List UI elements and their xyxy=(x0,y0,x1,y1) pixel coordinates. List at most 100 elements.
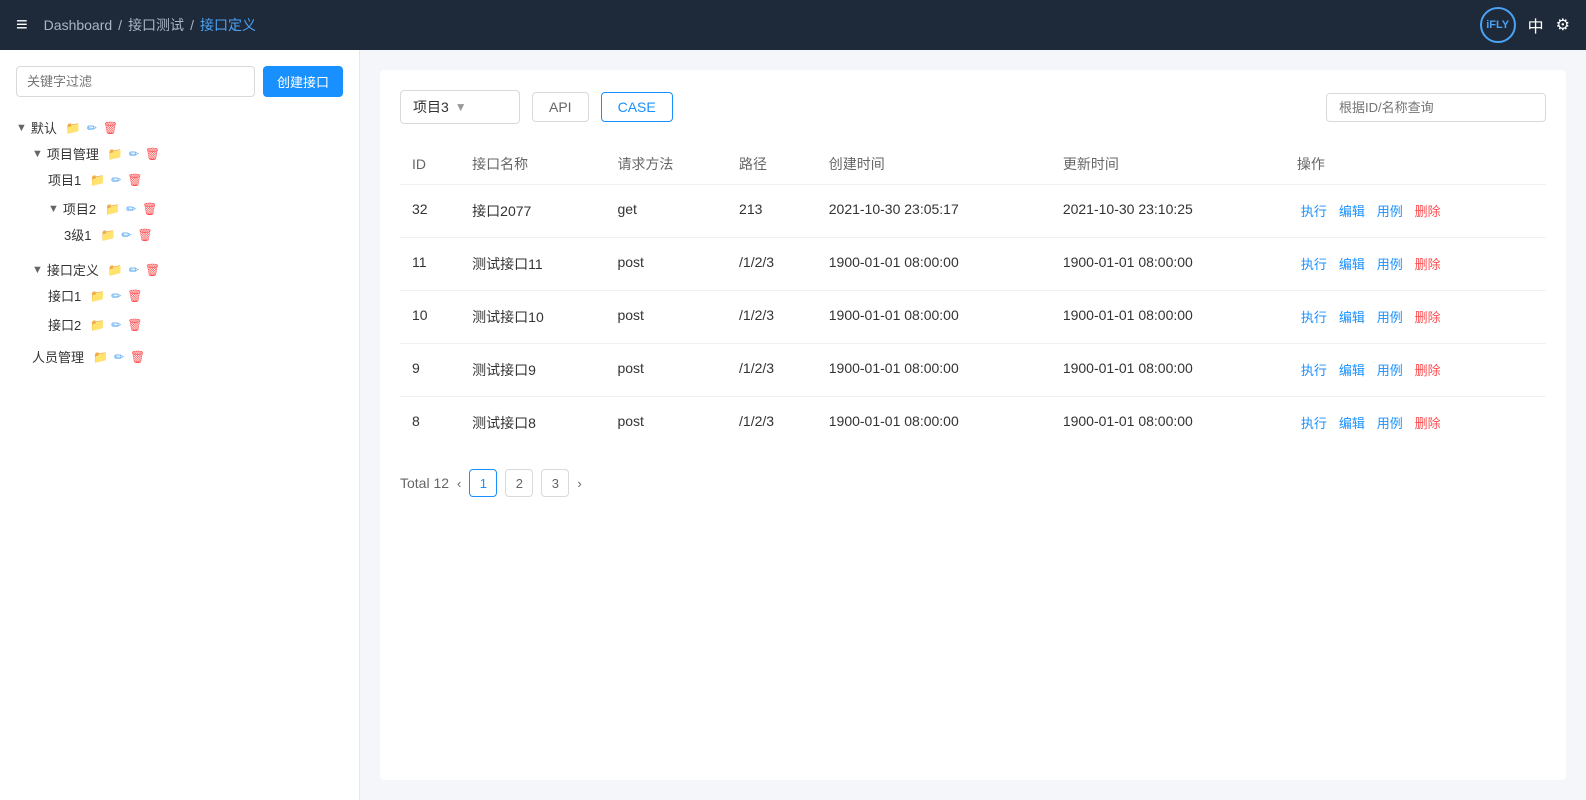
settings-icon[interactable]: ⚙ xyxy=(1556,15,1570,35)
tree-label-staff-mgmt[interactable]: 人员管理 xyxy=(32,347,84,366)
project-select[interactable]: 项目3 ▼ xyxy=(400,90,520,124)
action-usecase-4[interactable]: 用例 xyxy=(1377,416,1403,431)
cell-updated-2: 1900-01-01 08:00:00 xyxy=(1051,291,1285,344)
action-delete-1[interactable]: 删除 xyxy=(1415,257,1441,272)
tree-edit-icon-project2[interactable]: ✏ xyxy=(126,202,136,216)
tree-edit-icon-level3-1[interactable]: ✏ xyxy=(121,228,131,242)
tab-case[interactable]: CASE xyxy=(601,92,673,122)
tree-delete-icon-interface-def[interactable]: 🗑 xyxy=(145,263,160,277)
tree-item-project-mgmt: ▼ 项目管理 📁 ✏ 🗑 项目1 📁 xyxy=(32,139,343,255)
action-delete-2[interactable]: 删除 xyxy=(1415,310,1441,325)
action-edit-3[interactable]: 编辑 xyxy=(1339,363,1365,378)
tree-edit-icon-default[interactable]: ✏ xyxy=(87,121,97,135)
main-content: 项目3 ▼ API CASE ID 接口名称 请求方法 路径 创建时间 更新时间 xyxy=(360,50,1586,800)
table-row: 32 接口2077 get 213 2021-10-30 23:05:17 20… xyxy=(400,185,1546,238)
tree-delete-icon-project1[interactable]: 🗑 xyxy=(127,173,142,187)
tree-delete-icon-level3-1[interactable]: 🗑 xyxy=(137,228,152,242)
tree-arrow-project-mgmt[interactable]: ▼ xyxy=(32,148,43,160)
tree-edit-icon-staff-mgmt[interactable]: ✏ xyxy=(114,350,124,364)
tree-folder-icon-interface2[interactable]: 📁 xyxy=(90,318,105,332)
create-interface-button[interactable]: 创建接口 xyxy=(263,66,343,97)
tree-folder-icon-project2[interactable]: 📁 xyxy=(105,202,120,216)
breadcrumb-sep-2: / xyxy=(190,17,194,33)
cell-method-1: post xyxy=(605,238,727,291)
tree-edit-icon-project-mgmt[interactable]: ✏ xyxy=(129,147,139,161)
tree-folder-icon-interface-def[interactable]: 📁 xyxy=(108,263,123,277)
action-execute-3[interactable]: 执行 xyxy=(1301,363,1327,378)
action-usecase-0[interactable]: 用例 xyxy=(1377,204,1403,219)
tree-item-default: ▼ 默认 📁 ✏ 🗑 ▼ 项目管理 📁 ✏ 🗑 xyxy=(16,113,343,374)
pagination-prev[interactable]: ‹ xyxy=(457,476,461,491)
tree-folder-icon-level3-1[interactable]: 📁 xyxy=(100,228,115,242)
action-edit-2[interactable]: 编辑 xyxy=(1339,310,1365,325)
action-delete-4[interactable]: 删除 xyxy=(1415,416,1441,431)
cell-method-0: get xyxy=(605,185,727,238)
tree-arrow-default[interactable]: ▼ xyxy=(16,122,27,134)
keyword-filter-input[interactable] xyxy=(16,66,255,97)
tree-delete-icon-interface1[interactable]: 🗑 xyxy=(127,289,142,303)
action-execute-0[interactable]: 执行 xyxy=(1301,204,1327,219)
action-execute-4[interactable]: 执行 xyxy=(1301,416,1327,431)
table-row: 8 测试接口8 post /1/2/3 1900-01-01 08:00:00 … xyxy=(400,397,1546,450)
tree-delete-icon-default[interactable]: 🗑 xyxy=(103,121,118,135)
action-delete-0[interactable]: 删除 xyxy=(1415,204,1441,219)
breadcrumb-dashboard[interactable]: Dashboard xyxy=(44,17,113,33)
tree-arrow-project2[interactable]: ▼ xyxy=(48,203,59,215)
tree-folder-icon-interface1[interactable]: 📁 xyxy=(90,289,105,303)
pagination-page-2[interactable]: 2 xyxy=(505,469,533,497)
chevron-down-icon: ▼ xyxy=(455,100,467,114)
tab-api[interactable]: API xyxy=(532,92,589,122)
sidebar: 创建接口 ▼ 默认 📁 ✏ 🗑 ▼ 项目管理 xyxy=(0,50,360,800)
tree-label-project2[interactable]: 项目2 xyxy=(63,199,96,218)
tree-folder-icon-default[interactable]: 📁 xyxy=(66,121,81,135)
pagination-page-1[interactable]: 1 xyxy=(469,469,497,497)
cell-created-3: 1900-01-01 08:00:00 xyxy=(817,344,1051,397)
cell-actions-4: 执行 编辑 用例 删除 xyxy=(1285,397,1546,450)
col-method: 请求方法 xyxy=(605,144,727,185)
pagination-next[interactable]: › xyxy=(577,476,581,491)
action-execute-1[interactable]: 执行 xyxy=(1301,257,1327,272)
table-body: 32 接口2077 get 213 2021-10-30 23:05:17 20… xyxy=(400,185,1546,450)
breadcrumb-interface-test[interactable]: 接口测试 xyxy=(128,15,184,35)
cell-path-1: /1/2/3 xyxy=(727,238,817,291)
lang-toggle[interactable]: 中 xyxy=(1528,13,1544,37)
menu-icon[interactable]: ≡ xyxy=(16,14,28,37)
tree-label-level3-1[interactable]: 3级1 xyxy=(64,225,91,244)
table-row: 11 测试接口11 post /1/2/3 1900-01-01 08:00:0… xyxy=(400,238,1546,291)
search-input[interactable] xyxy=(1326,93,1546,122)
tree-delete-icon-interface2[interactable]: 🗑 xyxy=(127,318,142,332)
tree-row-project-mgmt: ▼ 项目管理 📁 ✏ 🗑 xyxy=(32,142,343,165)
tree-edit-icon-project1[interactable]: ✏ xyxy=(111,173,121,187)
tree-folder-icon-staff-mgmt[interactable]: 📁 xyxy=(93,350,108,364)
action-delete-3[interactable]: 删除 xyxy=(1415,363,1441,378)
breadcrumb-interface-def[interactable]: 接口定义 xyxy=(200,15,256,35)
tree-edit-icon-interface2[interactable]: ✏ xyxy=(111,318,121,332)
tree-label-project-mgmt[interactable]: 项目管理 xyxy=(47,144,99,163)
action-edit-0[interactable]: 编辑 xyxy=(1339,204,1365,219)
tree-folder-icon-project-mgmt[interactable]: 📁 xyxy=(108,147,123,161)
tree-edit-icon-interface1[interactable]: ✏ xyxy=(111,289,121,303)
cell-name-0: 接口2077 xyxy=(460,185,605,238)
action-edit-4[interactable]: 编辑 xyxy=(1339,416,1365,431)
tree-delete-icon-project-mgmt[interactable]: 🗑 xyxy=(145,147,160,161)
action-usecase-1[interactable]: 用例 xyxy=(1377,257,1403,272)
main-inner: 项目3 ▼ API CASE ID 接口名称 请求方法 路径 创建时间 更新时间 xyxy=(380,70,1566,780)
tree-edit-icon-interface-def[interactable]: ✏ xyxy=(129,263,139,277)
action-execute-2[interactable]: 执行 xyxy=(1301,310,1327,325)
action-usecase-2[interactable]: 用例 xyxy=(1377,310,1403,325)
tree-label-interface-def[interactable]: 接口定义 xyxy=(47,260,99,279)
action-usecase-3[interactable]: 用例 xyxy=(1377,363,1403,378)
tree-label-project1[interactable]: 项目1 xyxy=(48,170,81,189)
pagination-page-3[interactable]: 3 xyxy=(541,469,569,497)
col-updated: 更新时间 xyxy=(1051,144,1285,185)
cell-created-2: 1900-01-01 08:00:00 xyxy=(817,291,1051,344)
tree-arrow-interface-def[interactable]: ▼ xyxy=(32,264,43,276)
tree-label-interface1[interactable]: 接口1 xyxy=(48,286,81,305)
tree-folder-icon-project1[interactable]: 📁 xyxy=(90,173,105,187)
tree-delete-icon-staff-mgmt[interactable]: 🗑 xyxy=(130,350,145,364)
tree-label-interface2[interactable]: 接口2 xyxy=(48,315,81,334)
tree-label-default[interactable]: 默认 xyxy=(31,118,57,137)
cell-updated-0: 2021-10-30 23:10:25 xyxy=(1051,185,1285,238)
tree-delete-icon-project2[interactable]: 🗑 xyxy=(142,202,157,216)
action-edit-1[interactable]: 编辑 xyxy=(1339,257,1365,272)
